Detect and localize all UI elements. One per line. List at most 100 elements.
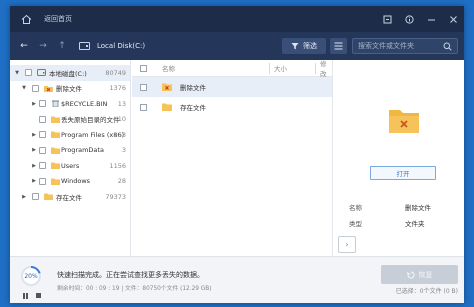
forward-arrow-icon[interactable]: → — [38, 41, 48, 51]
recover-icon — [406, 270, 414, 278]
view-toggle-button[interactable] — [330, 38, 347, 54]
tree-checkbox[interactable] — [39, 131, 46, 139]
chevron-right-icon: › — [345, 240, 349, 249]
tree-checkbox[interactable] — [39, 177, 46, 185]
tree-checkbox[interactable] — [39, 115, 46, 123]
property-value: 文件夹 — [405, 220, 425, 228]
search-icon[interactable] — [443, 42, 452, 51]
tree-item-local-disk[interactable]: ▼ 本地磁盘(C:) 80749 — [10, 65, 130, 81]
scan-status-message: 快速扫描完成。正在尝试查找更多丢失的数据。 — [57, 271, 204, 279]
filter-icon — [291, 43, 299, 50]
folder-icon — [51, 147, 60, 154]
open-button[interactable]: 打开 — [370, 166, 436, 180]
folder-tree: ▼ 本地磁盘(C:) 80749 ▼ 删除文件 1376 ▶ $RECYCLE.… — [10, 60, 131, 256]
preview-panel: 打开 名称 删除文件 类型 文件夹 › — [332, 60, 464, 256]
tree-item-programdata[interactable]: ▶ ProgramData 3 — [10, 143, 130, 159]
expand-arrow-icon[interactable]: ▶ — [30, 163, 38, 169]
expand-arrow-icon[interactable]: ▶ — [30, 147, 38, 153]
column-size-header[interactable]: 大小 — [274, 63, 287, 73]
tree-item-count: 10 — [117, 115, 126, 124]
tree-item-label: Windows — [61, 177, 91, 186]
list-item[interactable]: 存在文件 — [132, 97, 332, 117]
tree-checkbox[interactable] — [39, 162, 46, 170]
expand-arrow-icon[interactable]: ▼ — [13, 70, 21, 76]
title-bar: 返回首页 — [10, 6, 464, 32]
folder-icon — [51, 116, 60, 123]
property-type: 类型 文件夹 — [349, 218, 425, 228]
deleted-folder-preview-icon — [389, 110, 419, 133]
column-name-header[interactable]: 名称 — [162, 63, 175, 73]
column-divider[interactable] — [269, 63, 270, 74]
tree-item-windows[interactable]: ▶ Windows 28 — [10, 174, 130, 190]
tree-item-program-files-x86[interactable]: ▶ Program Files (x86) 163 — [10, 127, 130, 143]
restore-icon[interactable] — [382, 14, 392, 24]
tree-item-count: 28 — [117, 177, 126, 186]
folder-icon — [51, 178, 60, 185]
row-checkbox[interactable] — [140, 83, 147, 91]
tree-item-users[interactable]: ▶ Users 1156 — [10, 158, 130, 174]
tree-item-count: 3 — [121, 146, 126, 155]
expand-arrow-icon[interactable]: ▶ — [30, 132, 38, 138]
deleted-folder-icon — [162, 83, 172, 91]
search-input[interactable] — [358, 42, 444, 50]
tree-item-recycle-bin[interactable]: ▶ $RECYCLE.BIN 13 — [10, 96, 130, 112]
filter-button[interactable]: 筛选 — [282, 38, 326, 54]
property-value: 删除文件 — [405, 204, 431, 212]
tree-item-existing-files[interactable]: ▶ 存在文件 79373 — [10, 189, 130, 205]
deleted-folder-icon — [44, 85, 53, 92]
folder-icon — [51, 162, 60, 170]
column-divider[interactable] — [315, 63, 316, 74]
tree-checkbox[interactable] — [32, 84, 39, 92]
app-window: 返回首页 ← → ↑ Local Disk(C:) 筛选 搜索文件或文件夹 ▼ … — [10, 6, 464, 303]
tree-item-deleted-files[interactable]: ▼ 删除文件 1376 — [10, 81, 130, 97]
property-key: 类型 — [349, 220, 362, 228]
expand-arrow-icon[interactable]: ▶ — [30, 178, 38, 184]
column-modified-header[interactable]: 修改 — [320, 58, 332, 78]
tree-item-count: 1156 — [109, 161, 126, 170]
tree-item-label: 本地磁盘(C:) — [49, 69, 87, 78]
row-checkbox[interactable] — [140, 103, 147, 111]
nav-buttons: ← → ↑ — [19, 41, 67, 51]
stop-icon[interactable] — [36, 293, 41, 298]
property-key: 名称 — [349, 204, 362, 212]
back-arrow-icon[interactable]: ← — [19, 41, 29, 51]
minimize-icon[interactable] — [426, 14, 436, 24]
info-icon[interactable] — [404, 14, 414, 24]
tree-item-lost-dir-files[interactable]: 丢失原始目录的文件 10 — [10, 112, 130, 128]
up-arrow-icon[interactable]: ↑ — [57, 41, 67, 51]
home-icon[interactable] — [20, 13, 32, 25]
toolbar: ← → ↑ Local Disk(C:) 筛选 — [10, 32, 464, 60]
tree-checkbox[interactable] — [39, 146, 46, 154]
recycle-bin-icon — [52, 100, 59, 108]
tree-checkbox[interactable] — [39, 100, 46, 108]
current-path: Local Disk(C:) — [97, 42, 146, 50]
recover-label: 恢复 — [418, 270, 433, 279]
scan-status-detail: 剩余时间：00 : 09 : 19 | 文件：80750个文件 (12.29 G… — [57, 286, 212, 292]
tree-item-label: ProgramData — [61, 146, 104, 155]
close-icon[interactable] — [448, 14, 458, 24]
next-preview-button[interactable]: › — [338, 236, 356, 253]
tree-item-count: 80749 — [105, 68, 126, 77]
back-home-link[interactable]: 返回首页 — [44, 14, 72, 24]
tree-checkbox[interactable] — [25, 69, 32, 77]
tree-item-label: 丢失原始目录的文件 — [61, 116, 120, 125]
window-controls — [382, 6, 458, 32]
pause-icon[interactable] — [23, 293, 29, 299]
tree-item-label: 删除文件 — [56, 85, 82, 94]
selected-files-info: 已选择：0个文件 (0 B) — [395, 288, 458, 295]
filter-label: 筛选 — [303, 42, 317, 50]
select-all-checkbox[interactable] — [140, 65, 147, 72]
list-item[interactable]: 删除文件 — [132, 77, 332, 97]
list-header: 名称 大小 修改 — [132, 58, 332, 78]
recover-button[interactable]: 恢复 — [381, 265, 458, 284]
folder-icon — [44, 193, 53, 201]
file-name: 存在文件 — [180, 104, 206, 112]
tree-item-label: Users — [61, 161, 80, 170]
tree-checkbox[interactable] — [32, 193, 39, 201]
folder-icon — [162, 103, 172, 111]
expand-arrow-icon[interactable]: ▼ — [20, 85, 28, 91]
expand-arrow-icon[interactable]: ▶ — [30, 101, 38, 107]
tree-item-count: 79373 — [105, 192, 126, 201]
search-box[interactable] — [352, 38, 458, 54]
expand-arrow-icon[interactable]: ▶ — [20, 194, 28, 200]
